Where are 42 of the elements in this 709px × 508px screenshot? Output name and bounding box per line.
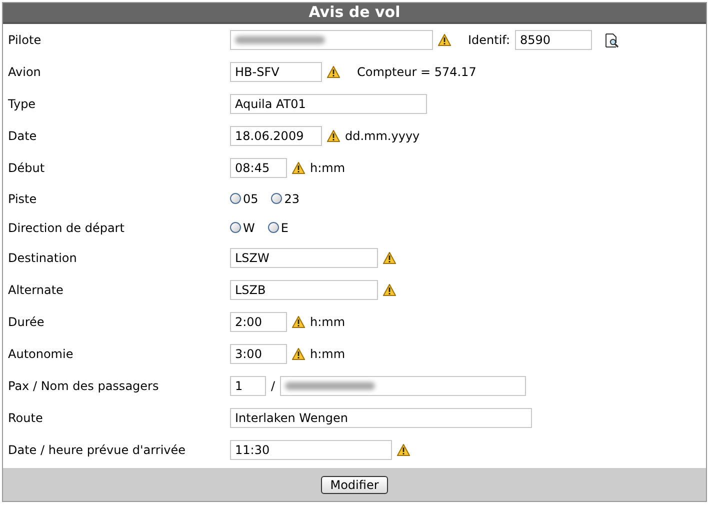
input-field[interactable]: 3:00: [230, 344, 287, 364]
field-label: Destination: [7, 251, 78, 265]
field-label: Direction de départ: [7, 220, 126, 234]
input-field[interactable]: 18.06.2009: [230, 126, 322, 146]
input-field[interactable]: [280, 376, 526, 396]
input-field[interactable]: Interlaken Wengen: [230, 408, 532, 428]
field-note: /: [271, 379, 276, 393]
field-label: Début: [7, 161, 46, 175]
input-field[interactable]: 08:45: [230, 158, 287, 178]
input-field[interactable]: 1: [230, 376, 266, 396]
field-label: Avion: [7, 65, 42, 79]
field-label: Alternate: [7, 283, 64, 297]
field-label: Piste: [7, 192, 38, 206]
input-field[interactable]: HB-SFV: [230, 62, 322, 82]
radio-option[interactable]: 23: [271, 192, 300, 206]
field-note: Identif:: [468, 33, 510, 47]
field-label: Type: [7, 97, 37, 111]
input-field[interactable]: [230, 30, 433, 50]
field-label: Autonomie: [7, 347, 74, 361]
radio-option[interactable]: W: [230, 220, 255, 234]
submit-button[interactable]: Modifier: [321, 476, 388, 494]
form-title: Avis de vol: [3, 3, 706, 24]
field-label: Durée: [7, 315, 46, 329]
field-label: Route: [7, 411, 44, 425]
format-hint: h:mm: [310, 315, 346, 329]
format-hint: h:mm: [310, 161, 346, 175]
radio-option[interactable]: E: [268, 220, 288, 234]
field-label: Date: [7, 129, 38, 143]
format-hint: dd.mm.yyyy: [345, 129, 420, 143]
field-note: Compteur = 574.17: [357, 65, 476, 79]
input-field[interactable]: LSZW: [230, 248, 378, 268]
document-search-icon[interactable]: [605, 32, 620, 48]
field-label: Pax / Nom des passagers: [7, 379, 160, 393]
input-field[interactable]: 8590: [515, 30, 592, 50]
field-label: Date / heure prévue d'arrivée: [7, 443, 187, 457]
input-field[interactable]: 11:30: [230, 440, 392, 460]
format-hint: h:mm: [310, 347, 346, 361]
input-field[interactable]: Aquila AT01: [230, 94, 427, 114]
radio-option[interactable]: 05: [230, 192, 258, 206]
input-field[interactable]: 2:00: [230, 312, 287, 332]
field-label: Pilote: [7, 33, 42, 47]
input-field[interactable]: LSZB: [230, 280, 378, 300]
